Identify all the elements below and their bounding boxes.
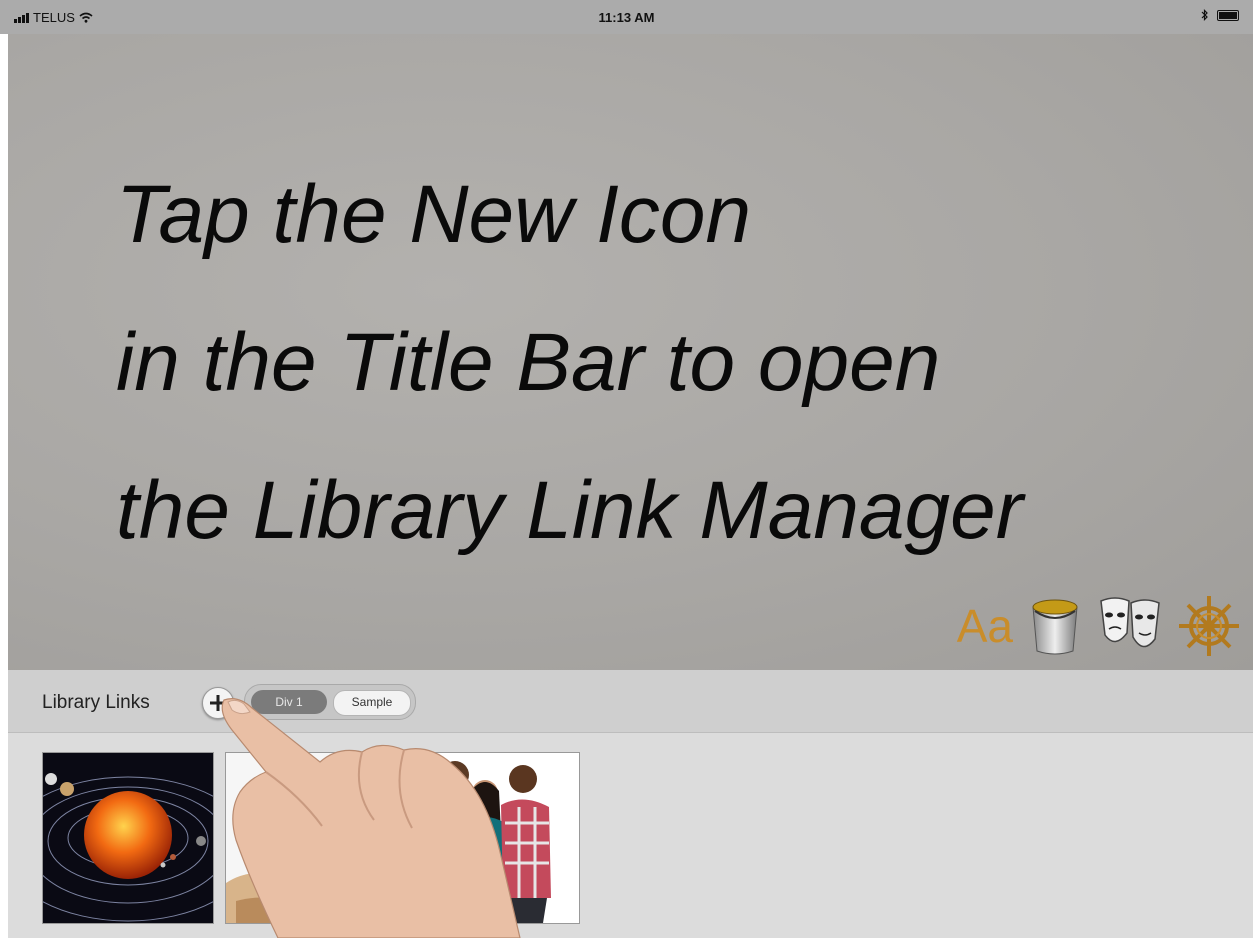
tab-sample[interactable]: Sample [333, 690, 411, 716]
thumbnail-group[interactable] [408, 752, 580, 924]
instruction-line-3: the Library Link Manager [116, 465, 1024, 556]
font-icon[interactable]: Aa [957, 599, 1013, 653]
battery-icon [1217, 9, 1239, 21]
library-links-bar: Library Links Div 1 Sample [8, 670, 1253, 733]
instruction-line-1: Tap the New Icon [116, 169, 752, 260]
plus-icon [210, 695, 226, 711]
portrait-image [226, 753, 396, 923]
clock: 11:13 AM [598, 10, 655, 25]
library-links-title: Library Links [42, 692, 150, 713]
tool-icons: Aa [957, 594, 1241, 658]
bluetooth-icon [1201, 9, 1208, 21]
new-link-button[interactable] [202, 687, 234, 719]
thumbnail-solar-system[interactable] [42, 752, 214, 924]
theater-masks-icon[interactable] [1097, 595, 1163, 657]
status-right [1201, 9, 1239, 21]
solar-system-image [43, 773, 213, 922]
ship-wheel-icon[interactable] [1177, 594, 1241, 658]
instruction-line-2: in the Title Bar to open [116, 317, 941, 408]
status-bar: TELUS 11:13 AM [0, 0, 1253, 34]
thumbnail-portrait[interactable] [225, 752, 397, 924]
paint-bucket-icon[interactable] [1027, 595, 1083, 657]
group-of-people-image [409, 753, 579, 923]
presentation-stage: Tap the New Icon in the Title Bar to ope… [8, 34, 1253, 670]
tab-div-1[interactable]: Div 1 [251, 690, 327, 714]
division-segmented-control: Div 1 Sample [244, 684, 416, 720]
library-thumbnails [8, 733, 1253, 938]
